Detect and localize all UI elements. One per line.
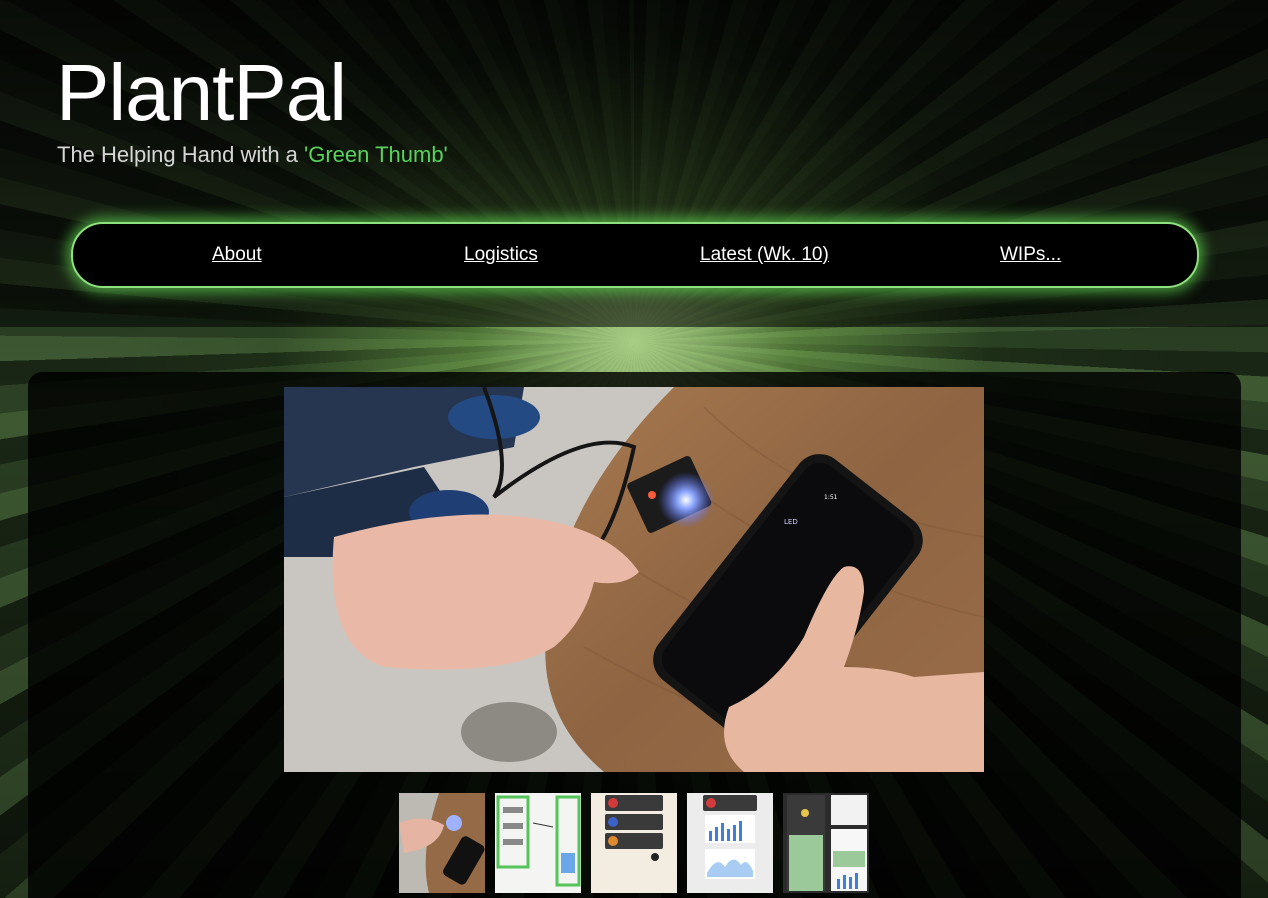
thumbnail-strip — [399, 793, 869, 893]
thumbnail-2[interactable] — [495, 793, 581, 893]
site-title: PlantPal — [56, 48, 347, 137]
thumbnail-1[interactable] — [399, 793, 485, 893]
site-subtitle: The Helping Hand with a 'Green Thumb' — [57, 142, 448, 168]
gallery-main-image: LED 1:51 — [284, 387, 984, 772]
nav-link-wips[interactable]: WIPs... — [1000, 244, 1061, 266]
thumbnail-3[interactable] — [591, 793, 677, 893]
nav-link-latest[interactable]: Latest (Wk. 10) — [700, 244, 829, 266]
nav-link-about[interactable]: About — [212, 244, 262, 266]
subtitle-text: The Helping Hand with a — [57, 142, 305, 167]
subtitle-accent: 'Green Thumb' — [304, 142, 448, 167]
main-nav: About Logistics Latest (Wk. 10) WIPs... — [71, 222, 1199, 288]
nav-link-logistics[interactable]: Logistics — [464, 244, 538, 266]
phone-status-time: 1:51 — [824, 494, 838, 501]
thumbnail-4[interactable] — [687, 793, 773, 893]
page: PlantPal The Helping Hand with a 'Green … — [0, 0, 1268, 898]
phone-screen-label: LED — [784, 518, 798, 526]
thumbnail-5[interactable] — [783, 793, 869, 893]
